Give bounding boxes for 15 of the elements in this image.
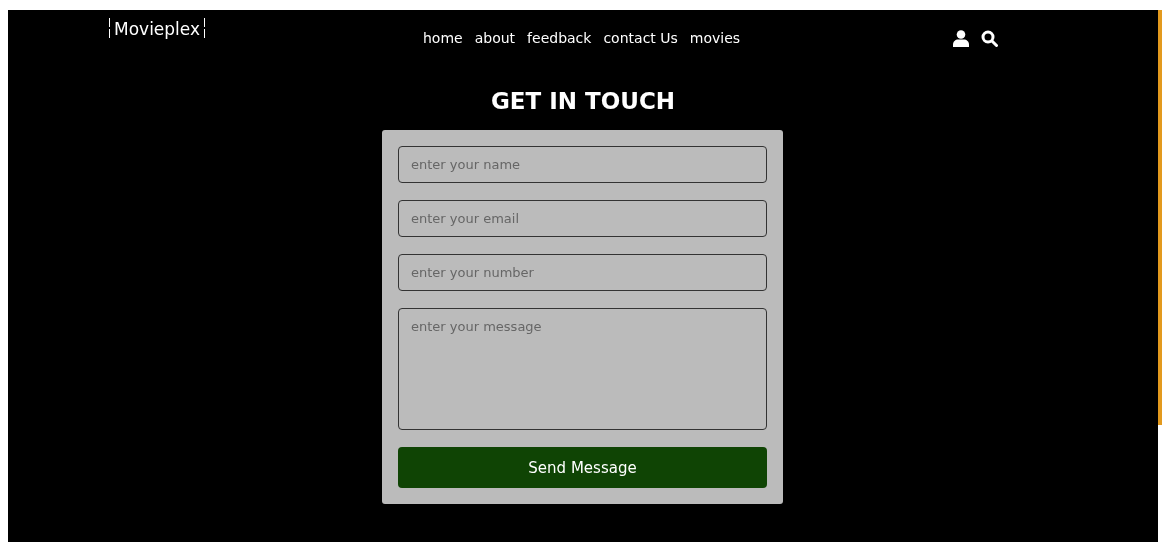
nav-link[interactable]: contact Us [603, 30, 678, 46]
input-field[interactable]: enter your number [398, 254, 767, 291]
search-icon[interactable] [981, 29, 999, 47]
send-button[interactable]: Send Message [398, 447, 767, 488]
logo[interactable]: Movieplex [109, 17, 206, 38]
input-field[interactable]: enter your email [398, 200, 767, 237]
scrollbar[interactable] [1158, 10, 1162, 425]
user-icon[interactable] [953, 29, 970, 47]
nav-link[interactable]: feedback [527, 30, 592, 46]
input-field[interactable]: enter your name [398, 146, 767, 183]
section-title: GET IN TOUCH [489, 88, 677, 114]
message-field[interactable]: enter your message [398, 308, 767, 430]
nav-link[interactable]: about [474, 30, 516, 46]
nav-link[interactable]: movies [689, 30, 741, 46]
nav-link[interactable]: home [423, 30, 463, 46]
